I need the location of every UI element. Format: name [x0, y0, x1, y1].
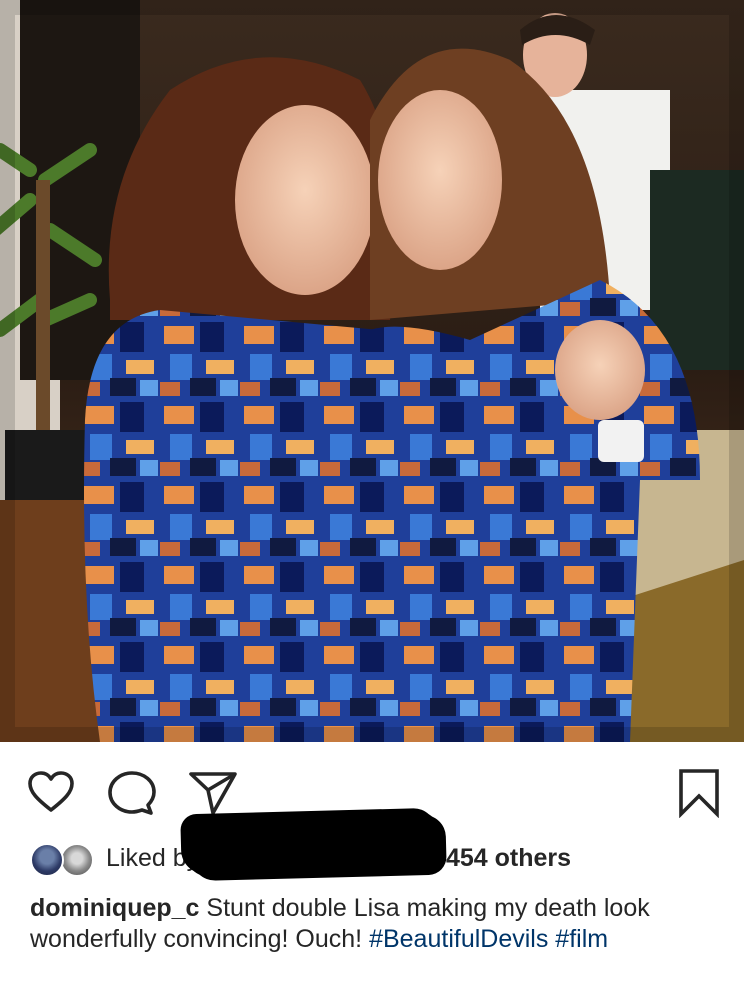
liker-avatar	[60, 843, 94, 877]
post-photo[interactable]	[0, 0, 744, 742]
redaction-mark	[184, 810, 441, 878]
comment-bubble-icon[interactable]	[108, 770, 156, 821]
post-caption: dominiquep_c Stunt double Lisa making my…	[30, 893, 720, 955]
likes-count[interactable]: 454 others	[446, 844, 571, 873]
caption-username[interactable]: dominiquep_c	[30, 894, 199, 922]
heart-outline-icon[interactable]	[27, 770, 75, 819]
liker-avatar	[30, 843, 64, 877]
hashtag-link[interactable]: #BeautifulDevils	[369, 925, 548, 953]
likes-summary[interactable]: Liked by 454 others	[30, 810, 730, 880]
photo-illustration	[0, 0, 744, 742]
paper-plane-icon[interactable]	[188, 770, 238, 821]
bookmark-outline-icon[interactable]	[678, 768, 720, 823]
hashtag-link[interactable]: #film	[555, 925, 608, 953]
